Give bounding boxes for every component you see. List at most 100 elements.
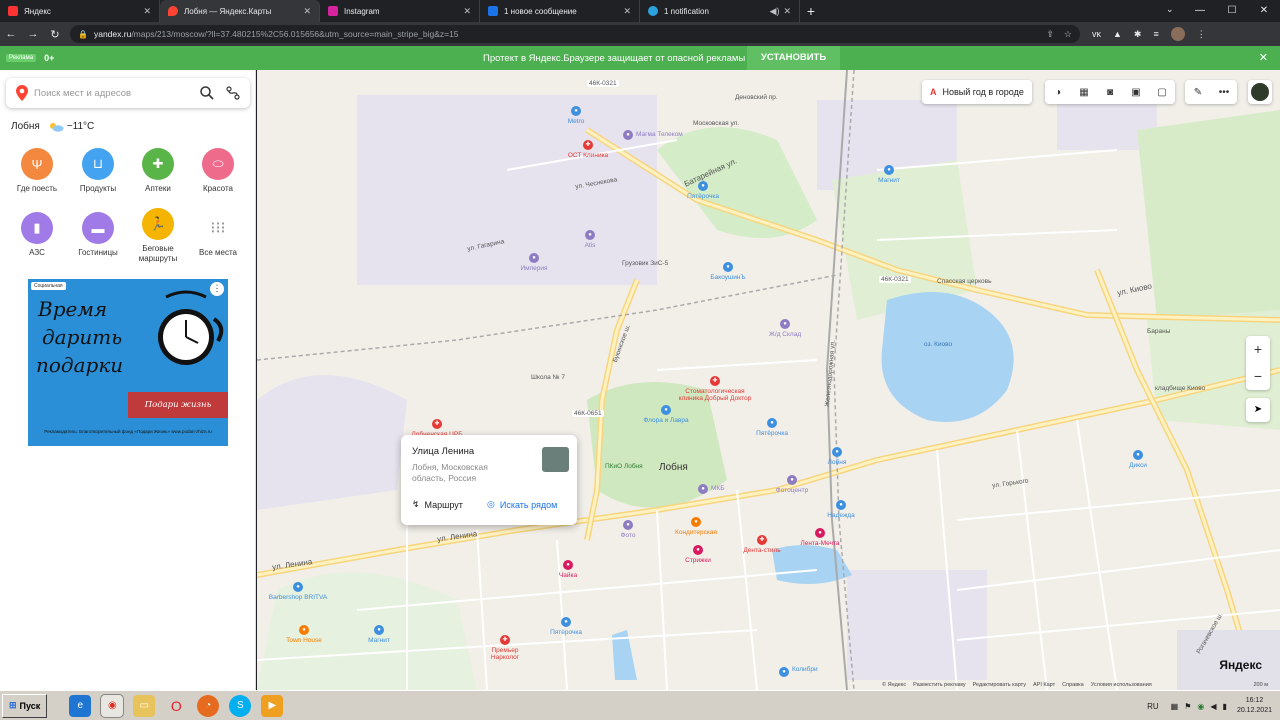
poi-barbershop[interactable]: ● Barbershop BRITVA — [269, 582, 327, 601]
poi-photo[interactable]: ● Фото — [621, 520, 635, 539]
close-tab-icon[interactable]: ✕ — [463, 6, 471, 17]
poi-pyaterochka-3[interactable]: ● Пятёрочка — [550, 617, 582, 636]
camera-icon[interactable]: ◙ — [1097, 87, 1123, 98]
close-promo-icon[interactable]: ✕ — [1259, 51, 1268, 64]
close-tab-icon[interactable]: ✕ — [303, 6, 311, 17]
category-all[interactable]: ⁝⁝⁝ Все места — [188, 212, 248, 258]
extension-icon[interactable]: ▲ — [1113, 29, 1122, 39]
reload-button[interactable]: ↻ — [44, 28, 66, 41]
ie-icon[interactable]: e — [69, 694, 92, 717]
poi-magnit-2[interactable]: ● Магнит — [368, 625, 390, 644]
close-tab-icon[interactable]: ✕ — [783, 6, 791, 17]
speaker-icon[interactable]: ◀) — [770, 6, 780, 17]
category-hotels[interactable]: ▬ Гостиницы — [68, 212, 128, 258]
tab-telegram[interactable]: 1 notification ◀) ✕ — [640, 0, 800, 22]
poi-hospital[interactable]: ✚Лобненская ЦРБ — [412, 419, 462, 438]
poi-flora[interactable]: ● Флора и Лавра — [643, 405, 689, 424]
bookmark-star-icon[interactable]: ☆ — [1064, 29, 1072, 40]
category-gas[interactable]: ▮ АЗС — [7, 212, 67, 258]
puzzle-extensions-icon[interactable]: ✱ — [1134, 29, 1142, 40]
poi-confectionery[interactable]: ● Кондитерская — [675, 517, 717, 536]
footer-link[interactable]: Разместить рекламу — [913, 682, 966, 688]
poi-pyaterochka-1[interactable]: ● Пятёрочка — [687, 181, 719, 200]
firefox-icon[interactable]: ◔ — [197, 694, 220, 717]
poi-atis[interactable]: ● Atis — [585, 230, 595, 249]
traffic-icon[interactable]: ▢ — [1149, 87, 1175, 98]
poi-pyaterochka-2[interactable]: ● Пятёрочка — [756, 418, 788, 437]
poi-magma[interactable]: ● Магма Телеком — [623, 130, 683, 140]
poi-ost-clinic[interactable]: ✚ ОСТ Клиника — [568, 140, 608, 159]
route-icon[interactable] — [224, 86, 242, 100]
share-icon[interactable]: ⇪ — [1046, 29, 1054, 40]
search-nearby-button[interactable]: ◎ Искать рядом — [477, 499, 577, 510]
maximize-button[interactable]: ☐ — [1216, 0, 1248, 22]
route-button[interactable]: ↯ Маршрут — [401, 499, 477, 510]
city-name[interactable]: Лобня — [11, 121, 40, 132]
layers-icon[interactable]: ◑ — [1045, 87, 1071, 98]
close-window-button[interactable]: ✕ — [1248, 0, 1280, 22]
network-icon[interactable]: ▦ — [1171, 702, 1179, 711]
poi-town-house[interactable]: ● Town House — [286, 625, 322, 644]
speaker-icon[interactable]: ◀ — [1210, 702, 1216, 711]
opera-icon[interactable]: O — [165, 695, 187, 717]
poi-haircut[interactable]: ● Стрижки — [685, 545, 711, 564]
tab-yandex[interactable]: Яндекс ✕ — [0, 0, 160, 22]
footer-link[interactable]: Условия использования — [1091, 682, 1152, 688]
ad-banner[interactable]: Социальная ⋮ Время дарить подарки Подари… — [28, 279, 228, 446]
ruler-icon[interactable]: ✎ — [1185, 87, 1211, 98]
lock-icon[interactable]: 🔒 — [78, 30, 88, 39]
back-button[interactable]: ← — [0, 28, 22, 40]
media-control-icon[interactable]: ≡ — [1153, 29, 1158, 39]
poi-lenta-mechta[interactable]: ● Лента-Мечта — [801, 528, 839, 547]
tab-instagram[interactable]: Instagram ✕ — [320, 0, 480, 22]
new-year-button[interactable]: A Новый год в городе — [922, 80, 1032, 104]
vk-extension-icon[interactable]: ᴠᴋ — [1092, 29, 1101, 39]
address-bar[interactable]: 🔒 yandex.ru/maps/213/moscow/?ll=37.48021… — [70, 25, 1080, 43]
category-pharmacy[interactable]: ✚ Аптеки — [128, 148, 188, 194]
poi-mkb[interactable]: ● МКБ — [698, 484, 724, 494]
antivirus-icon[interactable]: ◉ — [1197, 702, 1204, 711]
folder-icon[interactable]: ▭ — [133, 694, 156, 717]
browser-menu-icon[interactable]: ⋮ — [1197, 29, 1206, 40]
poi-zd-sklad[interactable]: ● Ж/д Склад — [769, 319, 801, 338]
clock[interactable]: 16:12 20.12.2021 — [1237, 696, 1272, 716]
zoom-out-button[interactable]: − — [1246, 363, 1270, 390]
media-player-icon[interactable]: ▶ — [261, 694, 284, 717]
close-tab-icon[interactable]: ✕ — [623, 6, 631, 17]
forward-button[interactable]: → — [22, 28, 44, 40]
footer-link[interactable]: Редактировать карту — [973, 682, 1026, 688]
poi-kolibri[interactable]: ● Колибри — [779, 666, 818, 677]
place-popup[interactable]: Улица Ленина Лобня, Московская область, … — [401, 435, 577, 525]
poi-nadezhda[interactable]: ● Надежда — [827, 500, 855, 519]
more-icon[interactable]: ••• — [1211, 87, 1237, 98]
poi-lobnya-station[interactable]: ● Лобня — [828, 447, 846, 466]
minimize-button[interactable]: — — [1184, 0, 1216, 22]
zoom-in-button[interactable]: + — [1246, 336, 1270, 363]
transit-icon[interactable]: ▣ — [1123, 87, 1149, 98]
panorama-icon[interactable]: ▦ — [1071, 87, 1097, 98]
footer-link[interactable]: API Карт — [1033, 682, 1055, 688]
install-button[interactable]: УСТАНОВИТЬ — [747, 46, 841, 70]
start-button[interactable]: ⊞ Пуск — [2, 693, 48, 718]
tab-vk-messages[interactable]: 1 новое сообщение ✕ — [480, 0, 640, 22]
chrome-icon[interactable]: ◉ — [100, 693, 125, 718]
poi-narcologist[interactable]: ✚ Премьер Нарколог — [491, 635, 519, 661]
poi-diksi[interactable]: ● Дикси — [1129, 450, 1147, 469]
category-food[interactable]: Ψ Где поесть — [7, 148, 67, 194]
user-avatar[interactable] — [1248, 80, 1272, 104]
category-running[interactable]: 🏃 Беговые маршруты — [128, 208, 188, 264]
street-photo-thumbnail[interactable] — [542, 447, 569, 472]
search-input[interactable] — [34, 87, 198, 99]
weather[interactable]: −11°C — [48, 121, 94, 132]
footer-link[interactable]: Справка — [1062, 682, 1084, 688]
close-tab-icon[interactable]: ✕ — [143, 6, 151, 17]
map-canvas[interactable]: Лобня оз. Киово ул. Ленина ул. Ленина Ба… — [257, 70, 1280, 690]
poi-imperiya[interactable]: ● Империя — [520, 253, 548, 272]
search-icon[interactable] — [198, 86, 216, 100]
skype-icon[interactable]: S — [229, 694, 252, 717]
poi-magnit-1[interactable]: ● Магнит — [878, 165, 900, 184]
tab-search-icon[interactable]: ⌄ — [1166, 4, 1180, 18]
poi-denta-style[interactable]: ✚ Дента-стиль — [743, 535, 781, 554]
poi-chayka[interactable]: ● Чайка — [559, 560, 577, 579]
poi-dentist[interactable]: ✚ Стоматологическая клиника Добрый Доктор — [679, 376, 751, 402]
